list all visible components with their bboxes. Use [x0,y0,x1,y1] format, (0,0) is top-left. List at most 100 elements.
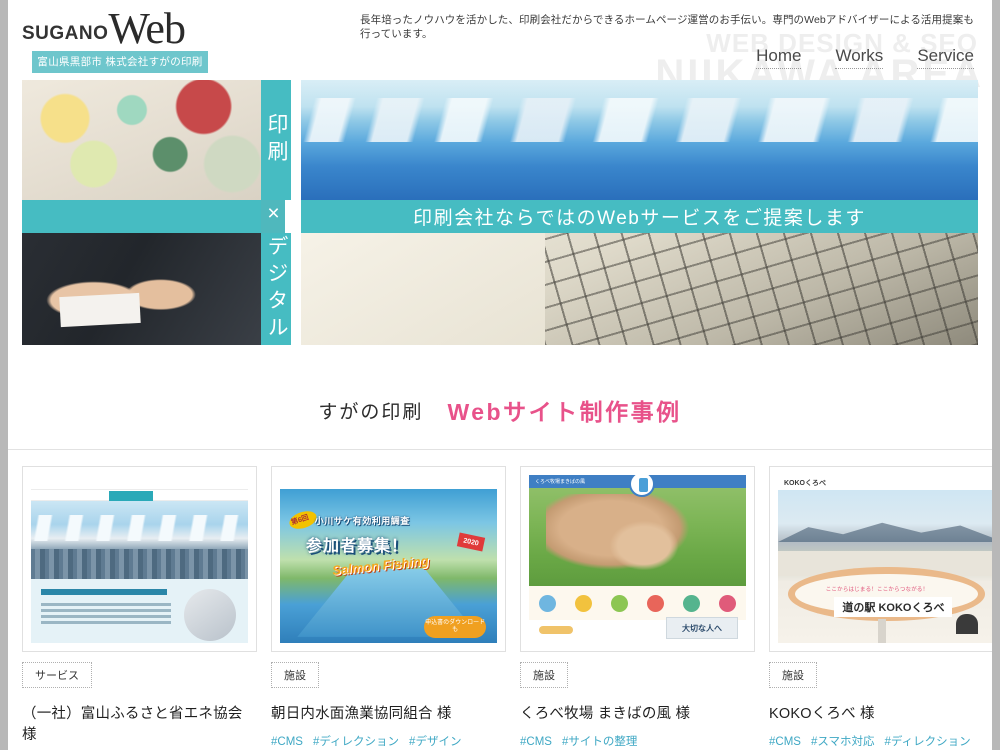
work-card[interactable]: 第6回 小川サケ有効利用調査 参加者募集！ Salmon Fishing 202… [271,466,506,750]
work-card-meta: サービス （一社）富山ふるさと省エネ協会 様 #CMS#コーポレートサイト #ス… [22,652,257,750]
works-section-title: すがの印刷 Webサイト制作事例 [8,393,992,427]
hero-label-print: 印刷 [261,80,291,200]
t4-main-title: 道の駅 KOKOくろべ [834,597,953,618]
work-card-title: くろべ牧場 まきばの風 様 [520,706,691,722]
page-root: WEB DESIGN & SEO NIIKAWA AREA SUGANO Web… [8,0,992,750]
t1-hero-image [31,501,248,579]
work-category-badge: 施設 [769,662,817,688]
work-card[interactable]: KOKOくろべ ここからはじまる！ここからつながる！ 道の駅 KOKOくろべ 施… [769,466,992,750]
work-tag: #サイトの整理 [561,736,638,748]
t1-photo-circle [184,589,236,641]
t3-menu-icon [647,594,665,612]
t4-hero-photo: ここからはじまる！ここからつながる！ 道の駅 KOKOくろべ [778,490,992,643]
t3-menu-icon [574,594,592,612]
work-tag: #スマホ対応 [810,736,875,748]
work-card-meta: 施設 KOKOくろべ 様 #CMS#スマホ対応#ディレクション #デザイン#写真… [769,652,992,750]
t4-site-logo: KOKOくろべ [784,480,826,487]
nav-item-home[interactable]: Home [756,46,802,69]
work-card-meta: 施設 くろべ牧場 まきばの風 様 #CMS#サイトの整理 #ディレクション#デザ… [520,652,755,750]
work-tag-list: #CMS #ディレクション #デザイン [271,732,506,750]
work-thumbnail[interactable]: KOKOくろべ ここからはじまる！ここからつながる！ 道の駅 KOKOくろべ [769,466,992,652]
t3-menu-icon [719,594,737,612]
t2-poster-title2: 参加者募集！ [306,538,409,556]
t4-site-header: KOKOくろべ [778,475,992,490]
main-navigation: Home Works Service [756,46,974,69]
t1-snow-mountains [31,515,248,541]
hero-label-cross: × [261,200,285,233]
thumbnail-screenshot-koko-kurobe: KOKOくろべ ここからはじまる！ここからつながる！ 道の駅 KOKOくろべ [778,475,992,643]
t2-year-flag: 2020 [456,532,486,552]
work-tag: #CMS [271,736,303,748]
t3-milk-bottle-icon [638,478,648,492]
work-tag: #CMS [520,736,552,748]
site-header: WEB DESIGN & SEO NIIKAWA AREA SUGANO Web… [8,0,992,96]
logo-company-bar: 富山県黒部市 株式会社すがの印刷 [32,51,208,73]
hero-label-digital: デジタル [261,233,291,345]
t1-site-header [31,475,248,489]
t2-poster-title1: 小川サケ有効利用調査 [314,515,410,526]
mountain-snow-ridge [301,98,978,142]
hero-keyboard-image [301,233,978,345]
work-category-badge: 施設 [271,662,319,688]
work-card-title: KOKOくろべ 様 [769,706,875,722]
t3-menu-icon [610,594,628,612]
site-logo[interactable]: SUGANO Web 富山県黒部市 株式会社すがの印刷 [22,4,212,73]
work-thumbnail[interactable]: 第6回 小川サケ有効利用調査 参加者募集！ Salmon Fishing 202… [271,466,506,652]
t4-person-silhouette [955,613,978,634]
t3-news-tag [539,626,573,634]
work-tag: #デザイン [409,736,462,748]
work-category-badge: 施設 [520,662,568,688]
hero-banner: 印刷 × デジタル 印刷会社ならではのWebサービスをご提案します [22,80,978,345]
t3-menu-icon [538,594,556,612]
hero-teal-spacer [22,200,261,233]
work-card-title: （一社）富山ふるさと省エネ協会 様 [22,706,243,743]
t1-site-nav [31,489,248,501]
logo-web-text: Web [108,4,186,53]
t3-news-section: 大切な人へ [529,617,746,643]
t3-cow-head [607,519,681,573]
hero-vertical-labels: 印刷 × デジタル [261,80,301,345]
t2-site-header [280,475,497,489]
nav-item-service[interactable]: Service [917,46,974,69]
t3-cow-photo [529,488,746,586]
t2-poster-illustration: 第6回 小川サケ有効利用調査 参加者募集！ Salmon Fishing 202… [280,489,497,643]
work-thumbnail[interactable] [22,466,257,652]
business-card-shape [59,292,141,328]
thumbnail-screenshot-toyama-shoene [31,475,248,643]
t3-gift-banner: 大切な人へ [666,617,738,639]
thumbnail-screenshot-kurobe-bokujo: くろべ牧場まきばの風 大切な人へ [529,475,746,643]
hero-print-samples-image [22,80,261,200]
hero-business-card-image [22,233,261,345]
work-card-meta: 施設 朝日内水面漁業協同組合 様 #CMS #ディレクション #デザイン [271,652,506,750]
t4-road [877,618,887,643]
works-card-grid: サービス （一社）富山ふるさと省エネ協会 様 #CMS#コーポレートサイト #ス… [8,450,992,750]
work-tag-list: #CMS#スマホ対応#ディレクション #デザイン#写真撮影 #取材・ライティング [769,732,992,750]
logo-wordmark: SUGANO Web [22,4,212,53]
t3-icon-menu-row [529,586,746,620]
t4-building [778,551,992,576]
keyboard-palmrest [301,233,545,345]
work-card[interactable]: くろべ牧場まきばの風 大切な人へ 施設 くろべ牧場 まきばの風 様 #CMS #… [520,466,755,750]
t1-intro-section [31,579,248,643]
section-title-main: Webサイト制作事例 [447,399,682,425]
hero-catchcopy-text: 印刷会社ならではのWebサービスをご提案します [413,208,866,229]
hero-right-images: 印刷会社ならではのWebサービスをご提案します [301,80,978,345]
work-tag-list: #CMS#サイトの整理 #ディレクション#デザイン#写真撮影 #取材・ライティン… [520,732,755,750]
t4-mountains [778,522,992,542]
t3-menu-icon [683,594,701,612]
work-tag: #ディレクション [312,736,400,748]
work-card[interactable]: サービス （一社）富山ふるさと省エネ協会 様 #CMS#コーポレートサイト #ス… [22,466,257,750]
hero-catchcopy-band: 印刷会社ならではのWebサービスをご提案します [301,200,978,233]
work-thumbnail[interactable]: くろべ牧場まきばの風 大切な人へ [520,466,755,652]
hero-left-images [22,80,261,345]
hero-mountains-image [301,80,978,200]
work-card-title: 朝日内水面漁業協同組合 様 [271,706,452,722]
t1-intro-heading [41,589,167,595]
t1-cityscape [31,549,248,579]
t2-download-button: 申込書のダウンロードも [424,616,487,639]
work-tag: #ディレクション [884,736,971,748]
t3-site-logo: くろべ牧場まきばの風 [535,479,586,485]
work-category-badge: サービス [22,662,92,688]
nav-item-works[interactable]: Works [835,46,884,69]
t1-intro-paragraph [41,603,172,606]
